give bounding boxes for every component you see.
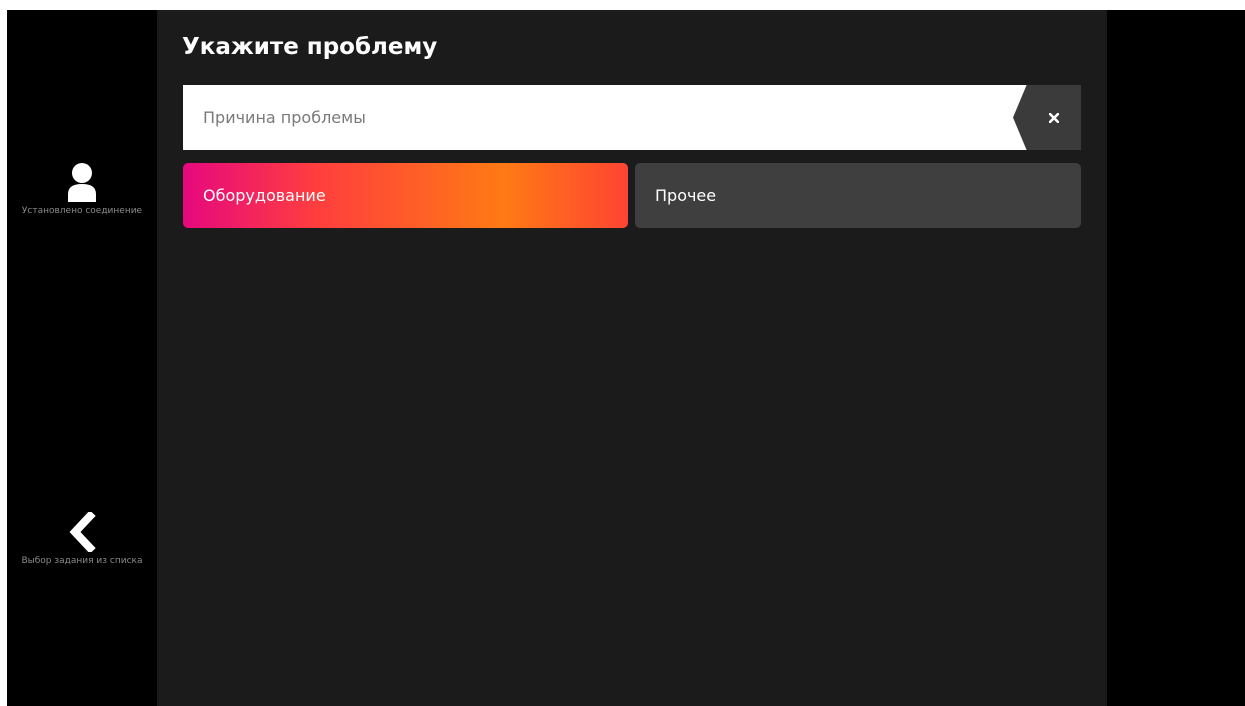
connection-status-button[interactable]: Установлено соединение — [7, 162, 157, 216]
page-title: Укажите проблему — [182, 34, 438, 60]
search-bar — [183, 85, 1081, 150]
chevron-left-icon — [69, 512, 96, 552]
user-icon — [68, 163, 96, 202]
sidebar: Установлено соединение Выбор задания из … — [7, 10, 157, 706]
main-panel: Укажите проблему Оборудование Прочее — [157, 10, 1107, 706]
category-other-button[interactable]: Прочее — [635, 163, 1081, 228]
category-label: Прочее — [655, 186, 717, 205]
back-to-task-list-label: Выбор задания из списка — [21, 556, 143, 566]
close-icon — [1049, 112, 1059, 123]
app-window: Установлено соединение Выбор задания из … — [7, 10, 1245, 706]
connection-status-label: Установлено соединение — [21, 206, 143, 216]
clear-search-button[interactable] — [1013, 85, 1081, 150]
category-label: Оборудование — [203, 186, 326, 205]
back-to-task-list-button[interactable]: Выбор задания из списка — [7, 512, 157, 566]
category-equipment-button[interactable]: Оборудование — [183, 163, 628, 228]
problem-reason-input[interactable] — [183, 85, 1003, 150]
